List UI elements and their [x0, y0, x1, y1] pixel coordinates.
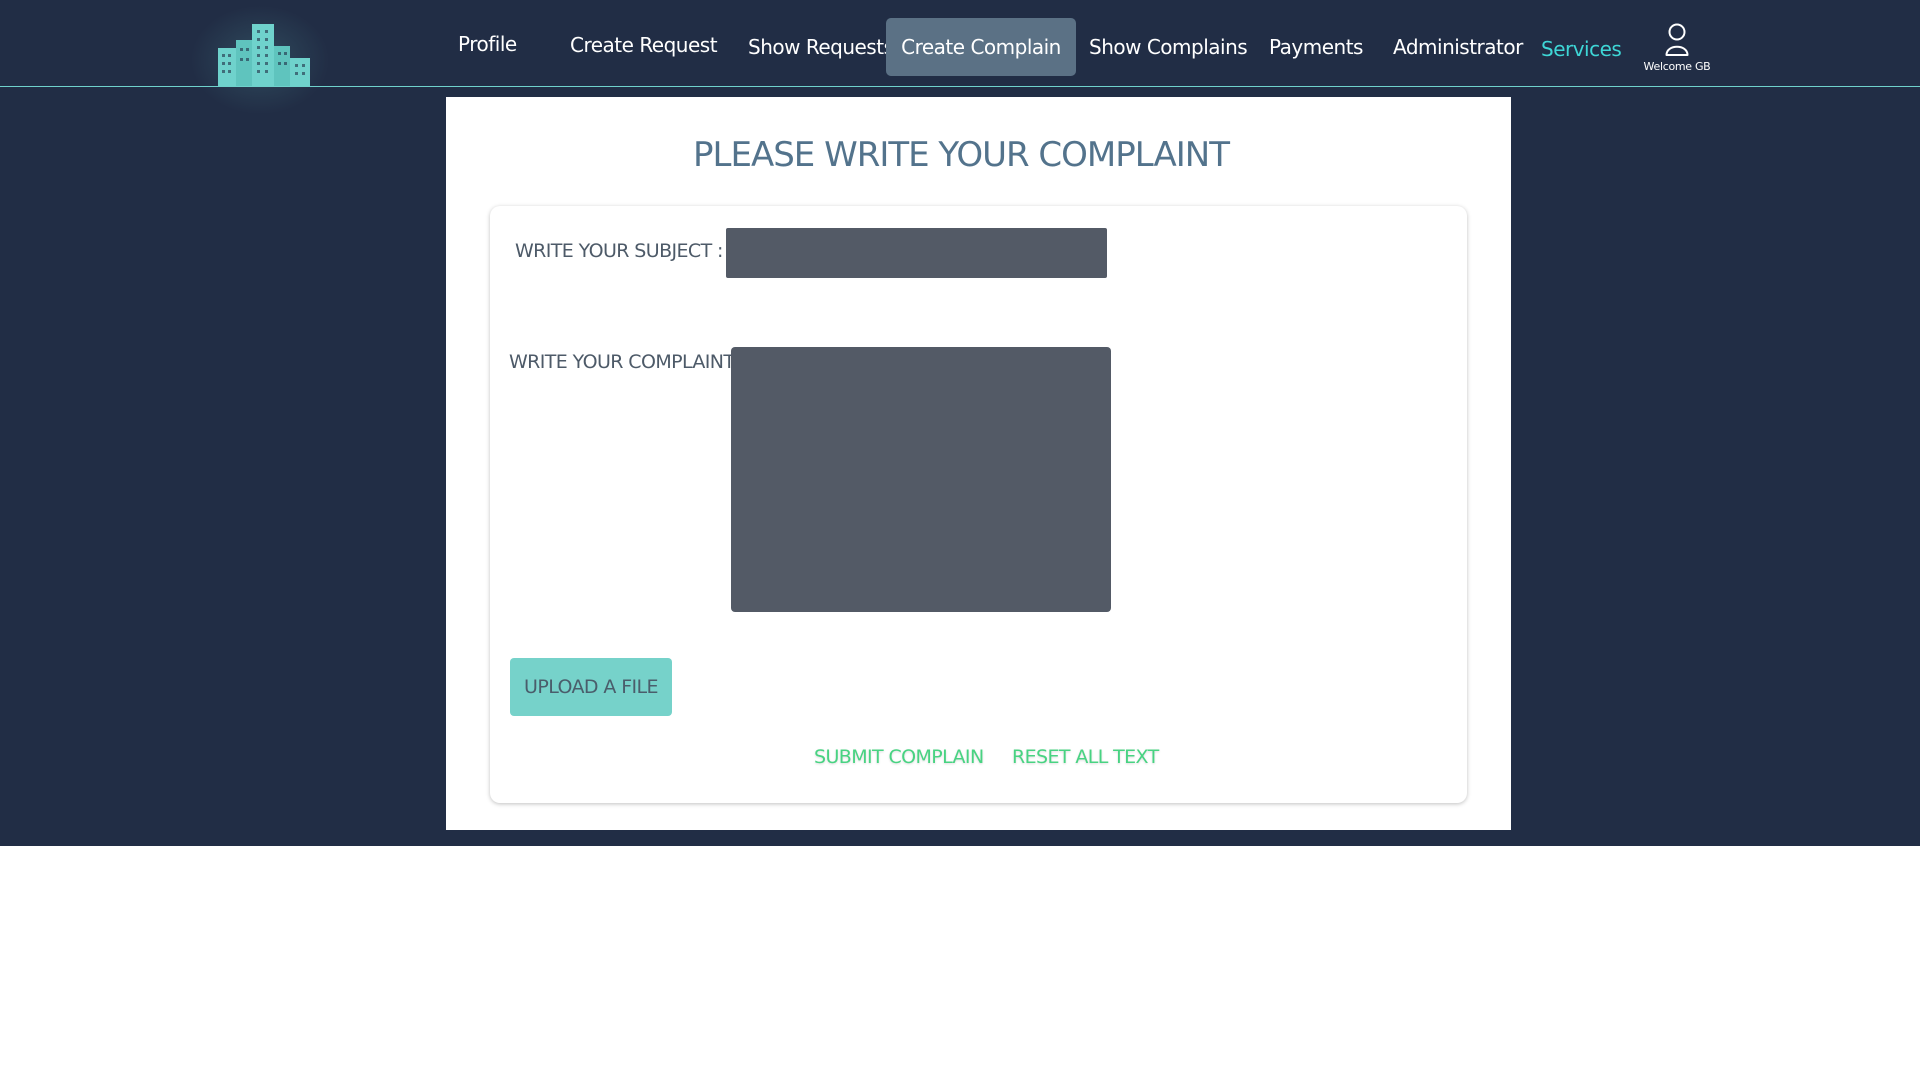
nav-administrator[interactable]: Administrator	[1393, 35, 1523, 59]
building-logo-icon[interactable]	[218, 18, 310, 86]
nav-create-request[interactable]: Create Request	[570, 33, 718, 57]
nav-payments[interactable]: Payments	[1269, 35, 1363, 59]
upload-file-button[interactable]: UPLOAD A FILE	[510, 658, 672, 716]
submit-complain-button[interactable]: SUBMIT COMPLAIN	[814, 746, 984, 768]
page-title: PLEASE WRITE YOUR COMPLAINT	[693, 135, 1230, 175]
user-welcome-label: Welcome GB	[1643, 60, 1711, 73]
user-menu[interactable]: Welcome GB	[1640, 22, 1714, 78]
nav-services[interactable]: Services	[1541, 37, 1622, 61]
nav-profile[interactable]: Profile	[458, 32, 517, 56]
nav-create-complain[interactable]: Create Complain	[886, 18, 1076, 76]
reset-all-text-button[interactable]: RESET ALL TEXT	[1012, 746, 1159, 768]
top-navbar: Profile Create Request Show Requests Cre…	[0, 0, 1920, 115]
user-icon	[1665, 23, 1689, 56]
main-content: PLEASE WRITE YOUR COMPLAINT WRITE YOUR S…	[446, 97, 1511, 830]
nav-show-requests[interactable]: Show Requests	[748, 35, 894, 59]
complaint-textarea[interactable]	[731, 347, 1111, 612]
complaint-form: WRITE YOUR SUBJECT : WRITE YOUR COMPLAIN…	[490, 206, 1467, 803]
subject-input[interactable]	[726, 228, 1107, 278]
complaint-label: WRITE YOUR COMPLAINT :	[509, 351, 746, 373]
app: Profile Create Request Show Requests Cre…	[0, 0, 1920, 1080]
nav-show-complains[interactable]: Show Complains	[1089, 35, 1248, 59]
subject-label: WRITE YOUR SUBJECT :	[515, 240, 723, 262]
